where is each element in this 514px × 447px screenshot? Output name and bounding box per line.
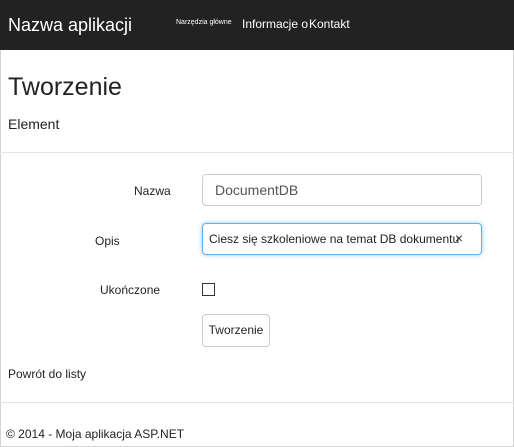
description-input[interactable]: Ciesz się szkoleniowe na temat DB dokume… (202, 223, 482, 255)
footer-copyright: © 2014 - Moja aplikacja ASP.NET (6, 427, 185, 441)
completed-checkbox[interactable] (202, 283, 215, 296)
top-navbar: Nazwa aplikacji Narzędzia główne Informa… (0, 0, 514, 50)
back-to-list-link[interactable]: Powrót do listy (8, 367, 86, 382)
nav-link-about[interactable]: Informacje o (242, 17, 308, 32)
footer-divider (0, 402, 514, 403)
description-input-value: Ciesz się szkoleniowe na temat DB dokume… (209, 232, 460, 246)
create-button[interactable]: Tworzenie (202, 314, 270, 347)
app-brand[interactable]: Nazwa aplikacji (8, 14, 132, 36)
name-input-value: DocumentDB (215, 182, 299, 198)
nav-link-contact[interactable]: Kontakt (309, 17, 350, 32)
completed-label: Ukończone (100, 283, 161, 297)
name-label: Nazwa (134, 184, 171, 198)
close-icon[interactable]: × (452, 231, 466, 245)
page-subtitle: Element (8, 116, 60, 132)
page-title: Tworzenie (8, 73, 122, 101)
form-divider-top (0, 152, 514, 153)
description-label: Opis (95, 234, 120, 248)
nav-link-home[interactable]: Narzędzia główne (176, 18, 232, 28)
name-input[interactable]: DocumentDB (202, 174, 482, 206)
